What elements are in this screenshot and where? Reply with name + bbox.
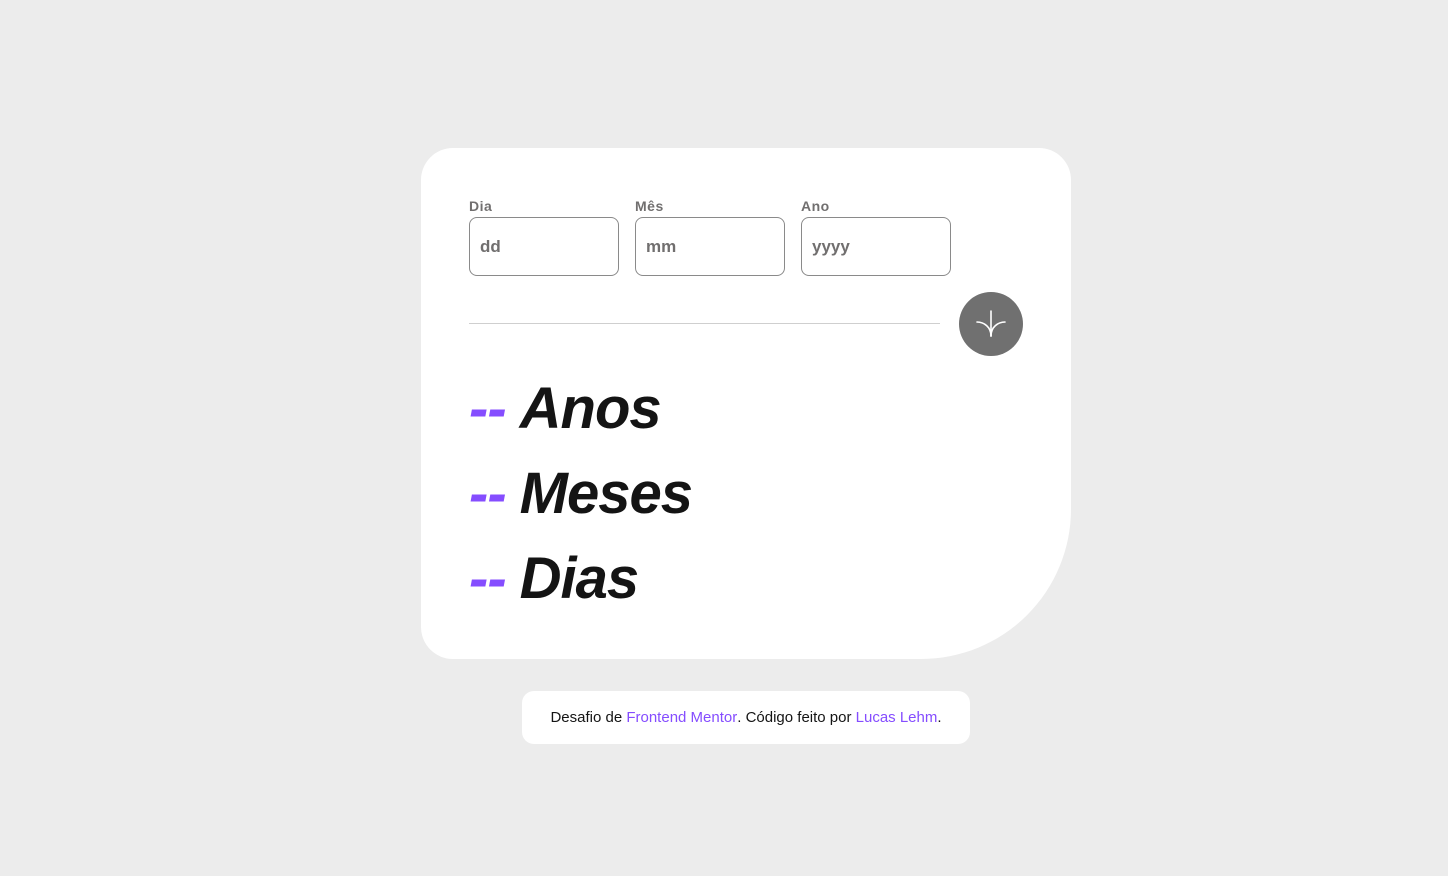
month-input[interactable]	[635, 217, 785, 276]
result-days: -- Dias	[469, 536, 692, 621]
year-field: Ano	[801, 196, 951, 276]
year-input[interactable]	[801, 217, 951, 276]
results: -- Anos -- Meses -- Dias	[469, 366, 693, 621]
frontend-mentor-link[interactable]: Frontend Mentor	[626, 709, 737, 726]
day-input[interactable]	[469, 217, 619, 276]
calculate-button[interactable]	[959, 292, 1023, 356]
years-value: --	[469, 375, 507, 441]
year-label: Ano	[801, 198, 830, 214]
month-field: Mês	[635, 196, 785, 276]
days-value: --	[469, 545, 507, 611]
arrow-down-icon	[976, 310, 1006, 337]
months-value: --	[469, 460, 507, 526]
date-fields: Dia Mês Ano	[469, 196, 951, 276]
footer-prefix: Desafio de	[550, 709, 627, 726]
author-link[interactable]: Lucas Lehm	[856, 709, 938, 726]
day-label: Dia	[469, 198, 493, 214]
result-months: -- Meses	[469, 451, 693, 536]
divider	[469, 323, 940, 324]
footer-middle: . Código feito por	[737, 709, 856, 726]
month-label: Mês	[635, 198, 664, 214]
age-calculator-card: Dia Mês Ano -- Anos	[421, 148, 1071, 659]
day-field: Dia	[469, 196, 619, 276]
years-unit: Anos	[519, 375, 662, 441]
months-unit: Meses	[519, 460, 693, 526]
footer-suffix: .	[937, 709, 942, 726]
page: Dia Mês Ano -- Anos	[0, 0, 1448, 876]
attribution-footer: Desafio de Frontend Mentor . Código feit…	[522, 691, 970, 744]
days-unit: Dias	[519, 545, 640, 611]
result-years: -- Anos	[469, 366, 692, 451]
